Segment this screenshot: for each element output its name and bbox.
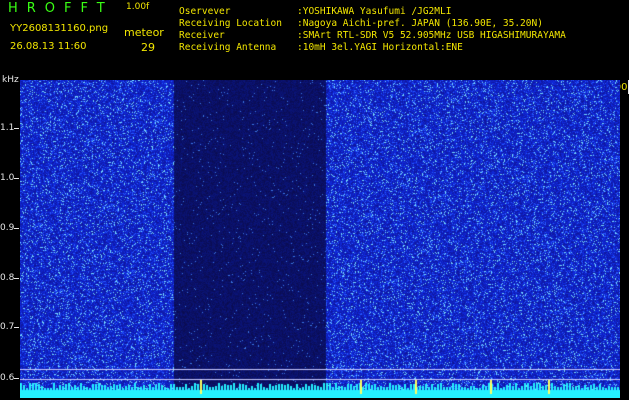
antenna-row: Receiving Antenna :10mH 3el.YAGI Horizont… — [179, 42, 463, 53]
antenna-label: Receiving Antenna — [179, 42, 277, 53]
location-label: Receiving Location — [179, 18, 282, 29]
receiver-label: Receiver — [179, 30, 225, 41]
y-tick-mark — [14, 128, 19, 129]
receiver-value: :SMArt RTL-SDR V5 52.905MHz USB HIGASHIM… — [297, 30, 566, 41]
observer-value: :YOSHIKAWA Yasufumi /JG2MLI — [297, 6, 452, 17]
y-axis-unit: kHz — [2, 75, 19, 85]
antenna-value: :10mH 3el.YAGI Horizontal:ENE — [297, 42, 463, 53]
meteor-count: 29 — [141, 41, 155, 54]
observer-row: Oservever :YOSHIKAWA Yasufumi /JG2MLI — [179, 6, 451, 17]
observer-label: Oservever — [179, 6, 231, 17]
y-tick-mark — [14, 178, 19, 179]
y-tick-mark — [14, 327, 19, 328]
capture-datetime: 26.08.13 11:60 — [10, 41, 87, 52]
receiver-row: Receiver :SMArt RTL-SDR V5 52.905MHz USB … — [179, 30, 566, 41]
app-version: 1.00f — [126, 2, 150, 12]
header-panel: HROFFT 1.00f YY2608131160.png 26.08.13 1… — [0, 0, 629, 78]
app-title: HROFFT — [8, 1, 114, 16]
location-row: Receiving Location :Nagoya Aichi-pref. JA… — [179, 18, 543, 29]
file-name: YY2608131160.png — [10, 23, 109, 34]
waterfall-spectrogram[interactable] — [20, 80, 620, 398]
y-tick-mark — [14, 278, 19, 279]
y-tick-mark — [14, 378, 19, 379]
location-value: :Nagoya Aichi-pref. JAPAN (136.90E, 35.2… — [297, 18, 543, 29]
y-tick-mark — [14, 228, 19, 229]
waterfall-canvas[interactable] — [20, 80, 620, 398]
meteor-label: meteor — [124, 26, 164, 39]
